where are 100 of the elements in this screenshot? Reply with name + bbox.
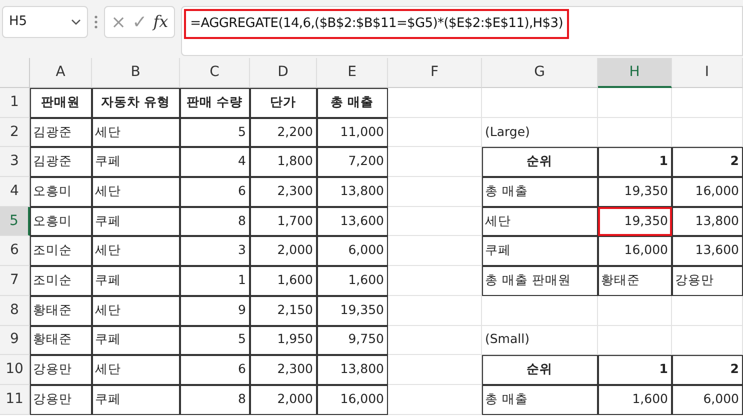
row-header[interactable]: 9: [0, 326, 30, 356]
table-cell: 1,600: [317, 266, 388, 296]
table-cell: 1: [598, 355, 672, 385]
table-cell: 8: [180, 384, 250, 415]
table-cell: 쿠페: [92, 206, 180, 236]
empty-cell[interactable]: [482, 88, 598, 118]
table-cell: 1,700: [250, 206, 317, 236]
empty-cell[interactable]: [388, 384, 482, 415]
empty-cell[interactable]: [388, 206, 482, 236]
table-cell: 13,800: [317, 355, 388, 385]
table-cell: 총 매출: [482, 384, 598, 415]
table-cell: 세단: [482, 206, 598, 236]
table-cell: 2: [672, 147, 743, 178]
table-cell: 오흥미: [30, 177, 92, 207]
table-cell: 세단: [92, 118, 180, 148]
column-header[interactable]: B: [92, 58, 180, 88]
table-cell: 김광준: [30, 147, 92, 178]
table-cell: 13,800: [317, 177, 388, 207]
column-header[interactable]: A: [30, 58, 92, 88]
table-cell: 순위: [482, 355, 598, 385]
table-cell: 16,000: [598, 236, 672, 266]
table-cell: 6,000: [672, 384, 743, 415]
table-cell: 19,350: [598, 177, 672, 207]
row-header[interactable]: 8: [0, 296, 30, 326]
name-box[interactable]: H5: [2, 6, 88, 38]
column-header[interactable]: F: [388, 58, 482, 88]
empty-cell[interactable]: [388, 326, 482, 356]
table-cell: 쿠페: [92, 147, 180, 178]
table-cell: 2,300: [250, 355, 317, 385]
empty-cell[interactable]: [672, 326, 743, 356]
row-header[interactable]: 6: [0, 236, 30, 266]
dropdown-caret-icon[interactable]: [71, 19, 81, 25]
row-header[interactable]: 3: [0, 147, 30, 178]
select-all-corner[interactable]: [0, 58, 30, 88]
table-cell: 오흥미: [30, 206, 92, 236]
table-cell: 2,200: [250, 118, 317, 148]
row-header[interactable]: 10: [0, 355, 30, 385]
table-cell: 1,800: [250, 147, 317, 178]
empty-cell[interactable]: [388, 296, 482, 326]
table-cell: 13,600: [317, 206, 388, 236]
column-header[interactable]: C: [180, 58, 250, 88]
table-cell: (Small): [482, 326, 598, 356]
table-cell: 쿠페: [92, 384, 180, 415]
empty-cell[interactable]: [598, 326, 672, 356]
insert-function-icon[interactable]: fx: [153, 10, 168, 34]
empty-cell[interactable]: [672, 296, 743, 326]
empty-cell[interactable]: [388, 88, 482, 118]
formula-bar[interactable]: =AGGREGATE(14,6,($B$2:$B$11=$G5)*($E$2:$E$11),H$3): [181, 6, 743, 56]
table-cell: 13,800: [672, 206, 743, 236]
table-cell: 판매원: [30, 88, 92, 118]
empty-cell[interactable]: [388, 147, 482, 178]
row-header[interactable]: 2: [0, 118, 30, 148]
table-cell: 황태준: [30, 326, 92, 356]
table-cell: 2,150: [250, 296, 317, 326]
table-cell: 6: [180, 355, 250, 385]
empty-cell[interactable]: [598, 118, 672, 148]
table-cell: 자동차 유형: [92, 88, 180, 118]
table-cell: 6,000: [317, 236, 388, 266]
table-cell: 조미순: [30, 236, 92, 266]
column-header[interactable]: D: [250, 58, 317, 88]
empty-cell[interactable]: [388, 118, 482, 148]
empty-cell[interactable]: [388, 236, 482, 266]
column-header[interactable]: I: [672, 58, 743, 88]
row-header[interactable]: 1: [0, 88, 30, 118]
table-cell: 3: [180, 236, 250, 266]
column-header[interactable]: H: [598, 58, 672, 88]
row-header[interactable]: 5: [0, 206, 30, 236]
table-cell: 13,600: [672, 236, 743, 266]
table-cell: 2,000: [250, 236, 317, 266]
row-header[interactable]: 11: [0, 384, 30, 415]
column-header[interactable]: G: [482, 58, 598, 88]
table-cell: 19,350: [317, 296, 388, 326]
table-cell: 세단: [92, 177, 180, 207]
empty-cell[interactable]: [598, 88, 672, 118]
table-cell: 강용만: [30, 355, 92, 385]
selected-cell: 19,350: [598, 206, 672, 236]
empty-cell[interactable]: [672, 88, 743, 118]
empty-cell[interactable]: [388, 177, 482, 207]
empty-cell[interactable]: [672, 118, 743, 148]
table-cell: 김광준: [30, 118, 92, 148]
table-cell: 16,000: [672, 177, 743, 207]
table-cell: 세단: [92, 296, 180, 326]
table-cell: 강용만: [30, 384, 92, 415]
row-header[interactable]: 4: [0, 177, 30, 207]
row-header[interactable]: 7: [0, 266, 30, 296]
table-cell: 판매 수량: [180, 88, 250, 118]
table-cell: 2,000: [250, 384, 317, 415]
table-cell: 세단: [92, 236, 180, 266]
table-cell: 5: [180, 326, 250, 356]
table-cell: 총 매출: [482, 177, 598, 207]
table-cell: 총 매출: [317, 88, 388, 118]
table-cell: 1: [180, 266, 250, 296]
empty-cell[interactable]: [388, 355, 482, 385]
empty-cell[interactable]: [482, 296, 598, 326]
more-options-icon[interactable]: [94, 14, 98, 30]
table-cell: 쿠페: [92, 266, 180, 296]
column-header[interactable]: E: [317, 58, 388, 88]
table-cell: 9: [180, 296, 250, 326]
empty-cell[interactable]: [388, 266, 482, 296]
empty-cell[interactable]: [598, 296, 672, 326]
